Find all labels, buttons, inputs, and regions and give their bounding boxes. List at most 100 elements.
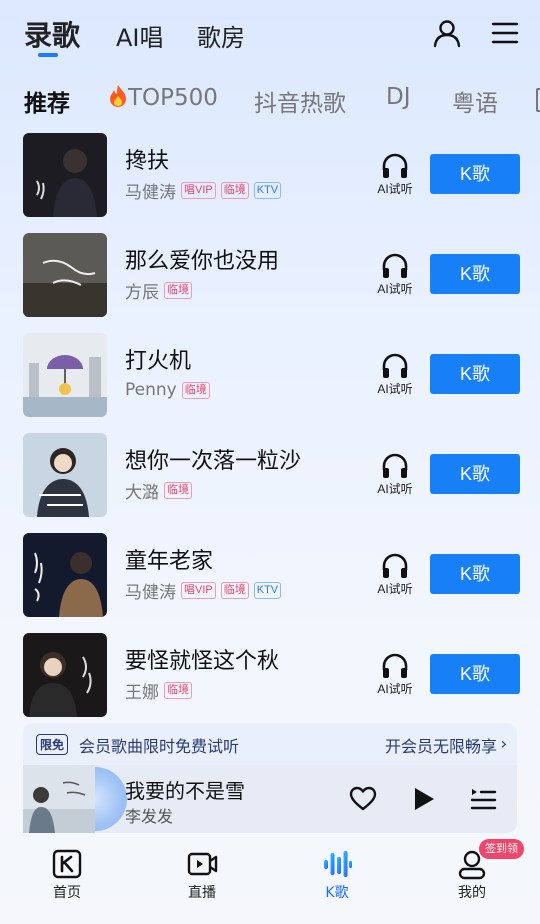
mini-player[interactable]: 我要的不是雪 李发发 <box>23 765 517 833</box>
ai-preview-label: AI试听 <box>377 482 413 496</box>
headphones-icon <box>382 653 408 678</box>
ai-preview-label: AI试听 <box>377 582 413 596</box>
heart-icon[interactable] <box>349 785 377 813</box>
top-tab-bar: 录歌 AI唱 歌房 <box>0 0 540 66</box>
chevron-right-icon: › <box>500 734 507 753</box>
active-tab-indicator <box>38 53 58 57</box>
category-tab-bar: 推荐 TOP500 抖音热歌 DJ 粤语 <box>0 80 540 120</box>
checkin-reward-badge[interactable]: 签到领 <box>479 839 524 859</box>
tab-douyin-hits[interactable]: 抖音热歌 <box>254 84 346 118</box>
ai-preview-label: AI试听 <box>377 682 413 696</box>
song-meta: 大潞 临境 <box>125 479 197 503</box>
ai-preview-label: AI试听 <box>377 182 413 196</box>
song-title: 想你一次落一粒沙 <box>125 449 302 474</box>
k-song-button[interactable]: K歌 <box>430 254 520 294</box>
tag-ktv: KTV <box>253 181 282 199</box>
artist-name: 方辰 <box>125 282 159 303</box>
ai-preview-button[interactable]: AI试听 <box>373 153 417 197</box>
tag-ktv: KTV <box>253 581 282 599</box>
ai-preview-label: AI试听 <box>377 382 413 396</box>
k-song-button[interactable]: K歌 <box>430 354 520 394</box>
nav-me-label: 我的 <box>458 885 486 901</box>
k-song-button[interactable]: K歌 <box>430 454 520 494</box>
tab-ai-sing[interactable]: AI唱 <box>116 18 164 53</box>
tag-linjing: 临境 <box>181 381 210 399</box>
k-song-button[interactable]: K歌 <box>430 554 520 594</box>
free-limited-badge: 限免 <box>36 734 69 755</box>
k-song-button[interactable]: K歌 <box>430 654 520 694</box>
headphones-icon <box>382 353 408 378</box>
song-row[interactable]: 那么爱你也没用 方辰 临境 AI试听 K歌 <box>0 233 540 333</box>
tab-top500-label: TOP500 <box>128 85 218 111</box>
song-title: 要怪就怪这个秋 <box>125 649 280 674</box>
ai-preview-label: AI试听 <box>377 282 413 296</box>
tab-overflow-edge <box>536 88 540 112</box>
nav-home[interactable]: 首页 <box>27 848 107 902</box>
album-cover <box>23 633 107 717</box>
album-cover <box>23 333 107 417</box>
song-meta: 方辰 临境 <box>125 279 197 303</box>
ai-preview-button[interactable]: AI试听 <box>373 653 417 697</box>
tag-linjing: 临境 <box>164 281 192 299</box>
live-icon <box>187 852 218 876</box>
artist-name: 大潞 <box>125 482 159 503</box>
tag-linjing: 临境 <box>164 681 192 699</box>
tab-cantonese[interactable]: 粤语 <box>452 84 498 118</box>
k-song-button[interactable]: K歌 <box>430 154 520 194</box>
tag-vip: 唱VIP <box>181 181 216 199</box>
song-meta: 王娜 临境 <box>125 679 197 703</box>
now-playing-cover <box>23 765 95 833</box>
song-row[interactable]: 想你一次落一粒沙 大潞 临境 AI试听 K歌 <box>0 433 540 533</box>
album-cover <box>23 433 107 517</box>
playlist-icon[interactable] <box>469 785 497 813</box>
song-title: 童年老家 <box>125 549 214 574</box>
artist-name: Penny <box>125 380 177 400</box>
ai-preview-button[interactable]: AI试听 <box>373 553 417 597</box>
k-song-wave-icon <box>324 851 352 877</box>
song-title: 搀扶 <box>125 149 170 174</box>
song-title: 打火机 <box>125 349 192 374</box>
album-cover <box>23 533 107 617</box>
headphones-icon <box>382 553 408 578</box>
fire-icon <box>110 85 126 107</box>
tab-top500[interactable]: TOP500 <box>108 84 218 111</box>
tag-linjing: 临境 <box>220 181 249 199</box>
tag-linjing: 临境 <box>220 581 249 599</box>
play-icon[interactable] <box>409 785 437 813</box>
tab-dj[interactable]: DJ <box>386 84 411 110</box>
tab-record-song[interactable]: 录歌 <box>24 14 80 54</box>
tab-recommend[interactable]: 推荐 <box>24 84 70 118</box>
headphones-icon <box>382 253 408 278</box>
song-meta: 马健涛 唱VIP 临境 KTV <box>125 579 286 603</box>
tab-song-room[interactable]: 歌房 <box>197 18 245 53</box>
nav-live[interactable]: 直播 <box>162 848 242 902</box>
tag-vip: 唱VIP <box>181 581 216 599</box>
tag-linjing: 临境 <box>164 481 192 499</box>
open-membership-link[interactable]: 开会员无限畅享 <box>385 733 497 757</box>
menu-icon[interactable] <box>490 18 520 48</box>
song-meta: Penny 临境 <box>125 379 215 401</box>
now-playing-artist: 李发发 <box>125 807 174 826</box>
nav-home-label: 首页 <box>53 885 81 901</box>
song-row[interactable]: 打火机 Penny 临境 AI试听 K歌 <box>0 333 540 433</box>
ai-preview-button[interactable]: AI试听 <box>373 253 417 297</box>
ai-preview-button[interactable]: AI试听 <box>373 453 417 497</box>
nav-live-label: 直播 <box>188 885 216 901</box>
home-k-icon <box>52 849 82 879</box>
song-row[interactable]: 童年老家 马健涛 唱VIP 临境 KTV AI试听 K歌 <box>0 533 540 633</box>
song-row[interactable]: 要怪就怪这个秋 王娜 临境 AI试听 K歌 <box>0 633 540 733</box>
artist-name: 王娜 <box>125 682 159 703</box>
user-icon[interactable] <box>432 18 462 48</box>
album-cover <box>23 233 107 317</box>
nav-k-song[interactable]: K歌 <box>297 848 377 902</box>
bottom-navigation: 首页 直播 K歌 我的 <box>0 838 540 924</box>
headphones-icon <box>382 453 408 478</box>
artist-name: 马健涛 <box>125 182 176 203</box>
song-row[interactable]: 搀扶 马健涛 唱VIP 临境 KTV AI试听 K歌 <box>0 133 540 233</box>
artist-name: 马健涛 <box>125 582 176 603</box>
album-cover <box>23 133 107 217</box>
song-title: 那么爱你也没用 <box>125 249 280 274</box>
member-promo-banner[interactable]: 限免 会员歌曲限时免费试听 开会员无限畅享 › <box>23 723 517 765</box>
ai-preview-button[interactable]: AI试听 <box>373 353 417 397</box>
headphones-icon <box>382 153 408 178</box>
